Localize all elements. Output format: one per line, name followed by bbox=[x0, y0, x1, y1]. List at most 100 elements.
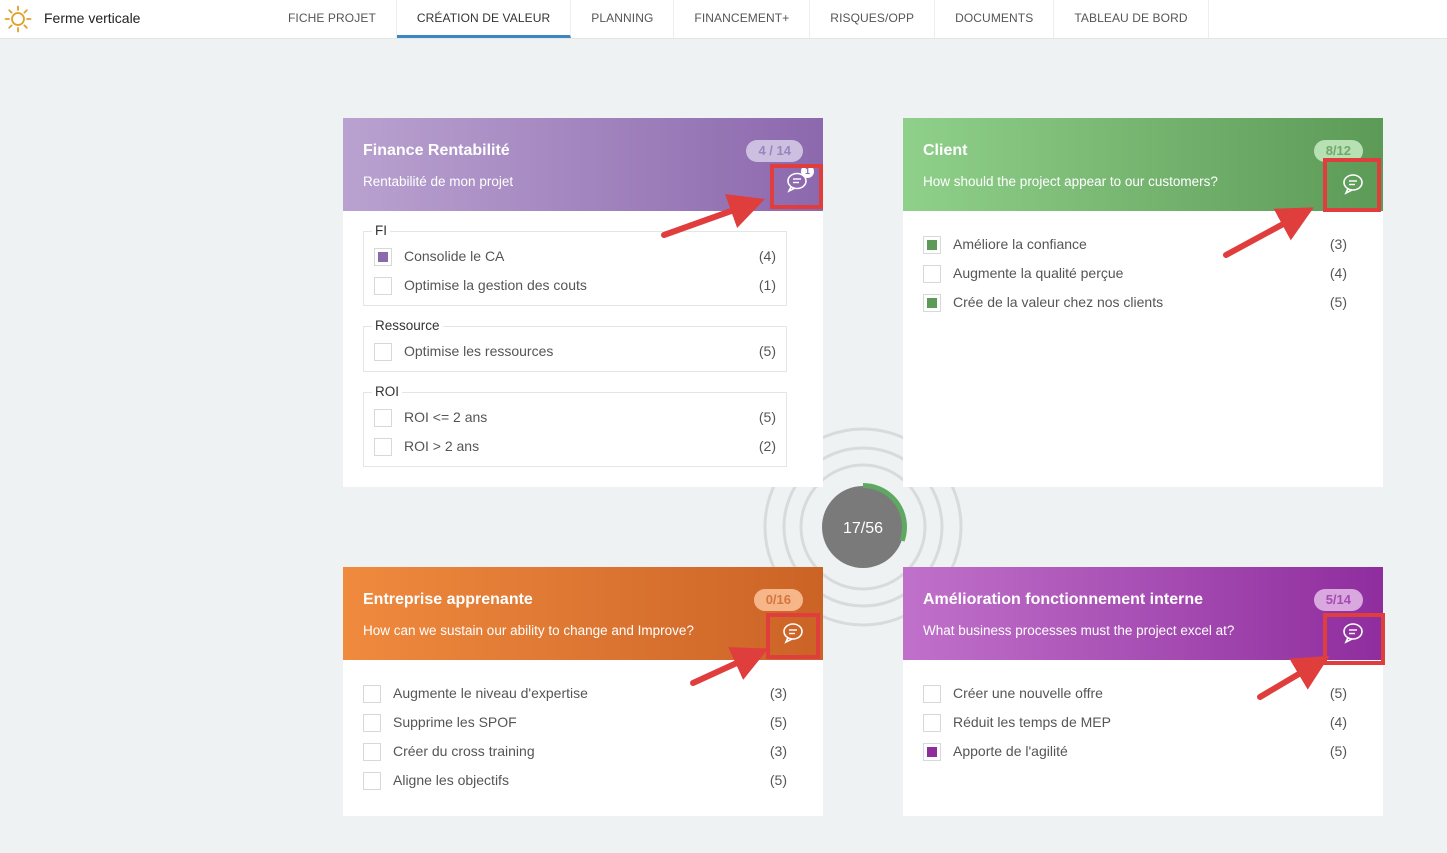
group-label: Ressource bbox=[372, 318, 443, 333]
list-item: Optimise la gestion des couts (1) bbox=[374, 277, 776, 297]
item-count: (5) bbox=[1329, 294, 1347, 310]
list-item: Aligne les objectifs (5) bbox=[363, 772, 787, 792]
sun-icon[interactable] bbox=[4, 5, 32, 33]
group-label: ROI bbox=[372, 384, 403, 399]
item-count: (5) bbox=[758, 343, 776, 359]
item-label: ROI <= 2 ans bbox=[404, 409, 488, 425]
top-bar: Ferme verticale FICHE PROJET CRÉATION DE… bbox=[0, 0, 1447, 39]
checkbox[interactable] bbox=[374, 409, 392, 427]
card-entreprise-apprenante: Entreprise apprenante How can we sustain… bbox=[343, 567, 823, 816]
group-label: FI bbox=[372, 223, 390, 238]
item-count: (2) bbox=[758, 438, 776, 454]
tab-fiche-projet[interactable]: FICHE PROJET bbox=[268, 0, 397, 38]
card-header: Amélioration fonctionnement interne What… bbox=[903, 567, 1383, 660]
item-count: (5) bbox=[769, 772, 787, 788]
list-item: Consolide le CA (4) bbox=[374, 248, 776, 268]
item-label: Augmente le niveau d'expertise bbox=[393, 685, 588, 701]
checkbox[interactable] bbox=[923, 743, 941, 761]
progress-label: 17/56 bbox=[843, 520, 883, 537]
checkbox[interactable] bbox=[923, 265, 941, 283]
card-client: Client How should the project appear to … bbox=[903, 118, 1383, 487]
checkbox[interactable] bbox=[363, 685, 381, 703]
checkbox[interactable] bbox=[923, 236, 941, 254]
checkbox[interactable] bbox=[374, 248, 392, 266]
annotation-highlight-box bbox=[1323, 158, 1381, 212]
item-count: (4) bbox=[1329, 714, 1347, 730]
list-item: Optimise les ressources (5) bbox=[374, 343, 776, 363]
list-item: ROI > 2 ans (2) bbox=[374, 438, 776, 458]
item-label: ROI > 2 ans bbox=[404, 438, 480, 454]
item-count: (1) bbox=[758, 277, 776, 293]
list-item: Augmente la qualité perçue (4) bbox=[923, 265, 1347, 285]
list-item: Apporte de l'agilité (5) bbox=[923, 743, 1347, 763]
tab-risques-opp[interactable]: RISQUES/OPP bbox=[810, 0, 936, 38]
checkbox[interactable] bbox=[363, 743, 381, 761]
item-count: (4) bbox=[758, 248, 776, 264]
tab-planning[interactable]: PLANNING bbox=[571, 0, 675, 38]
list-item: Créer une nouvelle offre (5) bbox=[923, 685, 1347, 705]
checkbox[interactable] bbox=[363, 714, 381, 732]
item-label: Supprime les SPOF bbox=[393, 714, 517, 730]
checkbox[interactable] bbox=[363, 772, 381, 790]
checkbox[interactable] bbox=[923, 685, 941, 703]
list-item: Crée de la valeur chez nos clients (5) bbox=[923, 294, 1347, 314]
card-title: Entreprise apprenante bbox=[363, 591, 533, 608]
tab-tableau-de-bord[interactable]: TABLEAU DE BORD bbox=[1054, 0, 1209, 38]
list-item: Supprime les SPOF (5) bbox=[363, 714, 787, 734]
card-finance-rentabilite: Finance Rentabilité Rentabilité de mon p… bbox=[343, 118, 823, 487]
list-item: Augmente le niveau d'expertise (3) bbox=[363, 685, 787, 705]
annotation-highlight-box bbox=[1323, 613, 1385, 665]
group-roi: ROI ROI <= 2 ans (5) ROI > 2 ans (2) bbox=[363, 384, 787, 467]
item-label: Crée de la valeur chez nos clients bbox=[953, 294, 1164, 310]
group-fi: FI Consolide le CA (4) Optimise la gesti… bbox=[363, 223, 787, 306]
item-count: (5) bbox=[1329, 685, 1347, 701]
checkbox[interactable] bbox=[374, 438, 392, 456]
item-label: Consolide le CA bbox=[404, 248, 505, 264]
item-count: (3) bbox=[769, 743, 787, 759]
checkbox[interactable] bbox=[923, 714, 941, 732]
item-count: (3) bbox=[1329, 236, 1347, 252]
item-label: Réduit les temps de MEP bbox=[953, 714, 1111, 730]
list-item: Améliore la confiance (3) bbox=[923, 236, 1347, 256]
item-label: Améliore la confiance bbox=[953, 236, 1087, 252]
main-tabs: FICHE PROJET CRÉATION DE VALEUR PLANNING… bbox=[268, 0, 1209, 38]
item-label: Optimise la gestion des couts bbox=[404, 277, 587, 293]
tab-creation-de-valeur[interactable]: CRÉATION DE VALEUR bbox=[396, 0, 572, 38]
annotation-highlight-box bbox=[770, 164, 823, 209]
card-header: Finance Rentabilité Rentabilité de mon p… bbox=[343, 118, 823, 211]
card-subtitle: Rentabilité de mon projet bbox=[363, 174, 514, 189]
checkbox[interactable] bbox=[374, 343, 392, 361]
item-label: Augmente la qualité perçue bbox=[953, 265, 1124, 281]
item-count: (5) bbox=[1329, 743, 1347, 759]
item-count: (3) bbox=[769, 685, 787, 701]
group-ressource: Ressource Optimise les ressources (5) bbox=[363, 318, 787, 372]
card-title: Client bbox=[923, 142, 968, 159]
app-title: Ferme verticale bbox=[44, 10, 141, 26]
item-label: Créer du cross training bbox=[393, 743, 535, 759]
checkbox[interactable] bbox=[374, 277, 392, 295]
item-count: (5) bbox=[758, 409, 776, 425]
item-label: Créer une nouvelle offre bbox=[953, 685, 1103, 701]
card-header: Client How should the project appear to … bbox=[903, 118, 1383, 211]
card-title: Amélioration fonctionnement interne bbox=[923, 591, 1204, 608]
score-badge: 5/14 bbox=[1313, 589, 1363, 611]
card-header: Entreprise apprenante How can we sustain… bbox=[343, 567, 823, 660]
tab-documents[interactable]: DOCUMENTS bbox=[935, 0, 1055, 38]
annotation-highlight-box bbox=[766, 613, 820, 659]
card-title: Finance Rentabilité bbox=[363, 142, 510, 159]
card-subtitle: What business processes must the project… bbox=[923, 623, 1235, 638]
card-subtitle: How can we sustain our ability to change… bbox=[363, 623, 694, 638]
item-count: (5) bbox=[769, 714, 787, 730]
checkbox[interactable] bbox=[923, 294, 941, 312]
score-badge: 4 / 14 bbox=[746, 140, 803, 162]
list-item: Créer du cross training (3) bbox=[363, 743, 787, 763]
item-label: Apporte de l'agilité bbox=[953, 743, 1068, 759]
card-amelioration-fonctionnement-interne: Amélioration fonctionnement interne What… bbox=[903, 567, 1383, 816]
list-item: Réduit les temps de MEP (4) bbox=[923, 714, 1347, 734]
tab-financement[interactable]: FINANCEMENT+ bbox=[674, 0, 811, 38]
card-subtitle: How should the project appear to our cus… bbox=[923, 174, 1218, 189]
item-label: Optimise les ressources bbox=[404, 343, 554, 359]
list-item: ROI <= 2 ans (5) bbox=[374, 409, 776, 429]
item-label: Aligne les objectifs bbox=[393, 772, 509, 788]
item-count: (4) bbox=[1329, 265, 1347, 281]
